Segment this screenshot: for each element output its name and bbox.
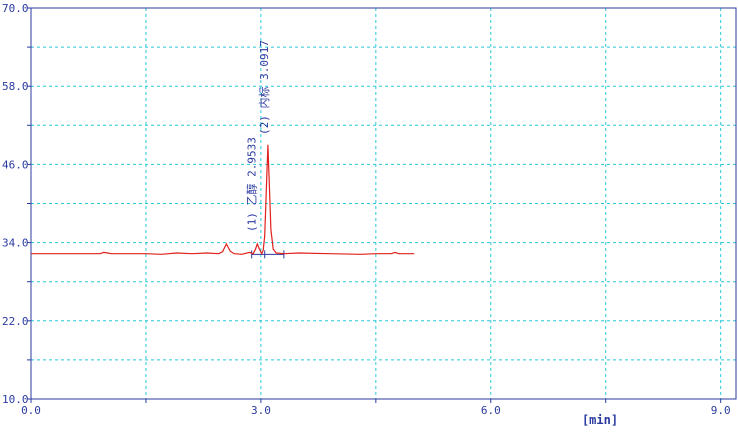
- axis-frame: [27, 7, 737, 403]
- tick-labels: 10.022.034.046.058.070.00.0 3.0 6.0 9.0: [2, 2, 731, 417]
- peak-label: (2) 内标 3.0917: [257, 40, 271, 135]
- x-tick-label: 3.0: [251, 404, 271, 417]
- x-tick-label: 0.0: [21, 404, 41, 417]
- y-tick-label: 46.0: [2, 158, 29, 171]
- baseline-markers: [251, 250, 285, 259]
- grid-lines: [31, 8, 736, 399]
- peak-label: (1) 乙醇 2.9533: [244, 137, 258, 232]
- chromatogram-plot: 10.022.034.046.058.070.00.0 3.0 6.0 9.0 (1)…: [2, 2, 737, 427]
- trace-layer: [31, 144, 415, 256]
- x-axis-unit-label: [min]: [582, 413, 618, 427]
- x-tick-label: 9.0: [711, 404, 731, 417]
- plot-frame: [30, 7, 737, 400]
- y-tick-label: 34.0: [2, 237, 29, 250]
- y-tick-label: 22.0: [2, 315, 29, 328]
- chromatogram-chart: 10.0 22.0 34.0 46.0 58.0 70.0 0.0 3.0 6.0 9.0 (1)…: [0, 0, 738, 431]
- y-tick-label: 70.0: [2, 2, 29, 15]
- chromatogram-trace: [31, 144, 415, 256]
- y-tick-label: 58.0: [2, 80, 29, 93]
- x-tick-label: 6.0: [481, 404, 501, 417]
